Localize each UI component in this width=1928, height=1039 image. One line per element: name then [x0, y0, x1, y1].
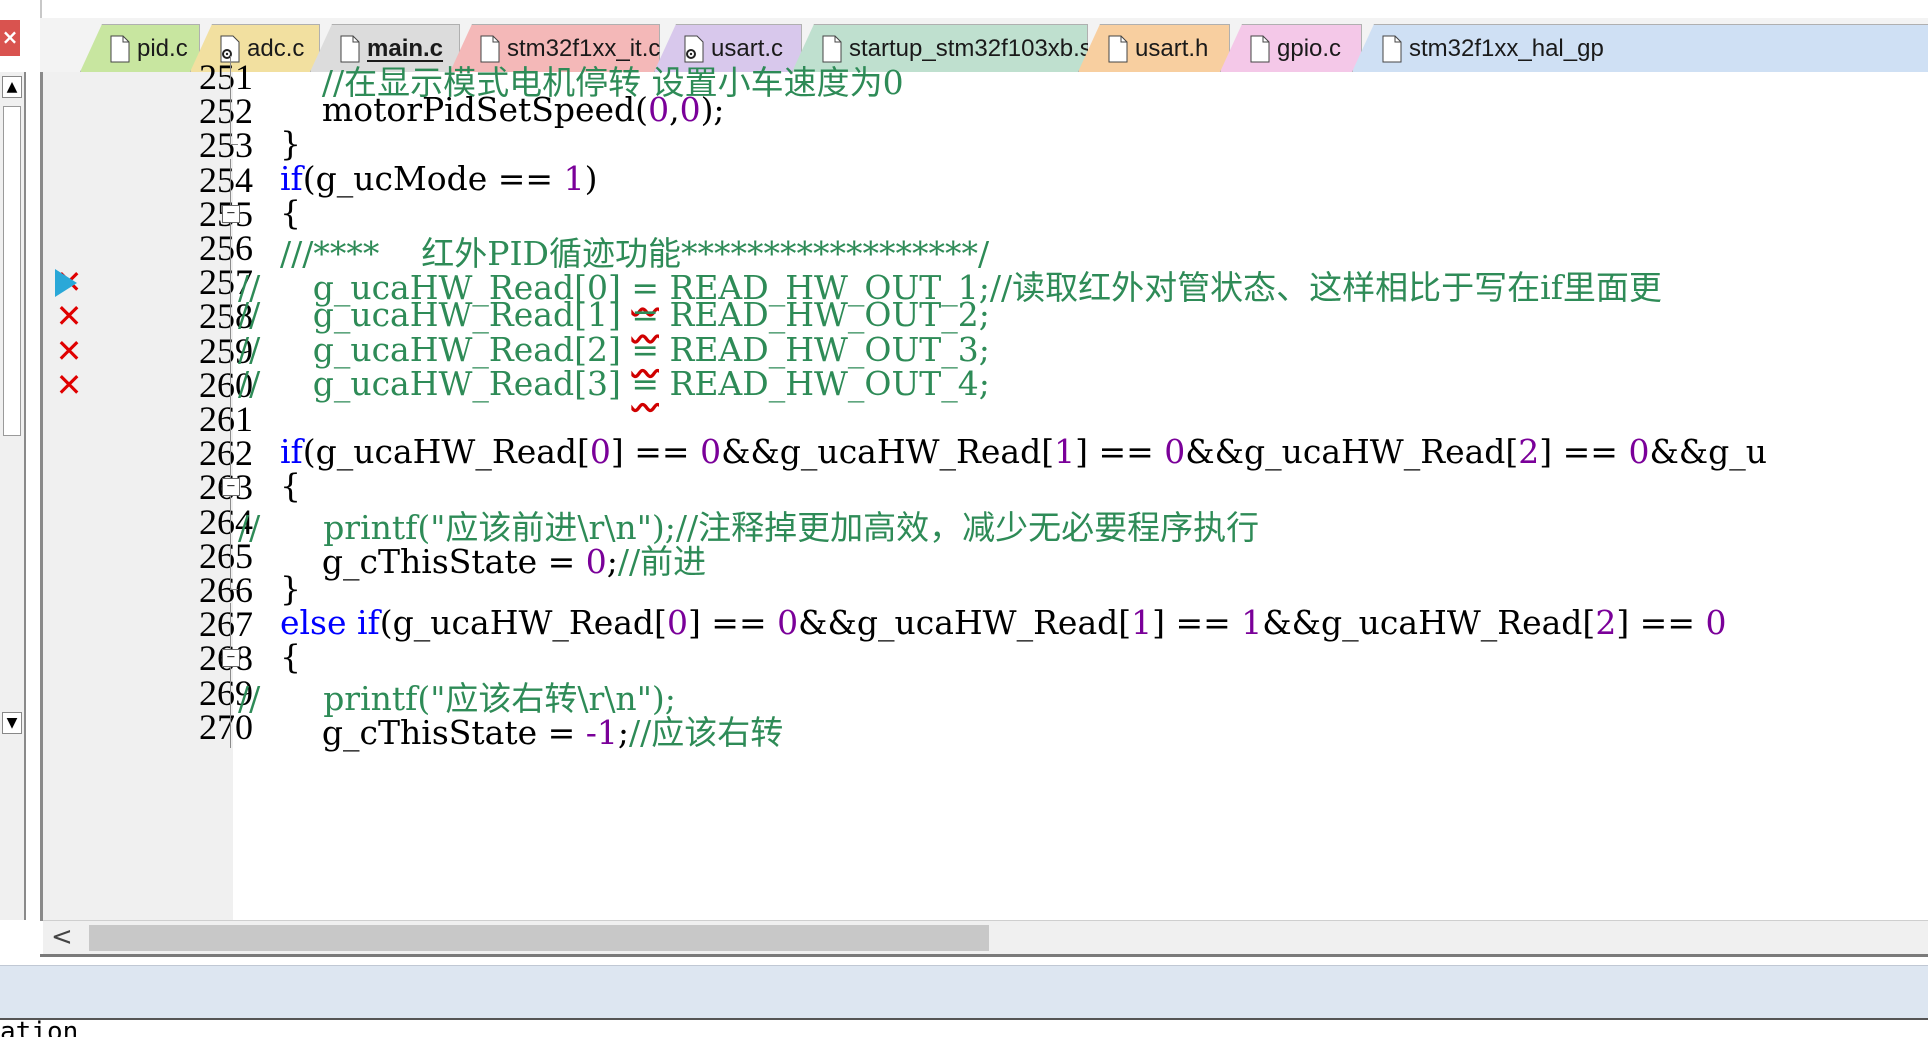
editor-bottom-border: [40, 954, 1928, 957]
code-text[interactable]: {: [238, 193, 301, 232]
output-text: ation: [0, 1019, 79, 1037]
horizontal-scroll-thumb[interactable]: [89, 925, 989, 951]
code-text[interactable]: }: [238, 124, 301, 163]
output-panel: [0, 1018, 1928, 1039]
code-line[interactable]: 270 g_cThisState = -1;//应该右转: [43, 705, 1928, 752]
error-marker-icon[interactable]: ✕: [53, 369, 85, 402]
current-error-marker-icon[interactable]: ✕: [53, 266, 85, 299]
code-text[interactable]: {: [238, 466, 301, 505]
code-text[interactable]: if(g_ucaHW_Read[0] == 0&&g_ucaHW_Read[1]…: [238, 432, 1767, 471]
close-icon[interactable]: ×: [0, 20, 20, 56]
code-text[interactable]: // g_ucaHW_Read[2] = READ_HW_OUT_3;: [238, 330, 990, 369]
code-text[interactable]: if(g_ucMode == 1): [238, 159, 597, 198]
error-marker-icon[interactable]: ✕: [53, 335, 85, 368]
title-bar-strip: [0, 0, 1928, 20]
code-text[interactable]: else if(g_ucaHW_Read[0] == 0&&g_ucaHW_Re…: [238, 603, 1727, 642]
error-marker-icon[interactable]: ✕: [53, 300, 85, 333]
scroll-left-icon[interactable]: <: [51, 921, 73, 955]
vertical-scroll-thumb[interactable]: [3, 106, 21, 436]
scroll-down-icon[interactable]: ▼: [2, 712, 22, 734]
code-text[interactable]: {: [238, 637, 301, 676]
horizontal-scrollbar[interactable]: <: [43, 920, 1928, 955]
code-text[interactable]: motorPidSetSpeed(0,0);: [238, 90, 725, 129]
output-panel-header: [0, 965, 1928, 1019]
code-text[interactable]: // g_ucaHW_Read[3] = READ_HW_OUT_4;: [238, 364, 990, 403]
code-text[interactable]: g_cThisState = -1;//应该右转: [238, 706, 783, 754]
code-text[interactable]: // g_ucaHW_Read[1] = READ_HW_OUT_2;: [238, 295, 990, 334]
scroll-up-icon[interactable]: ▲: [2, 76, 22, 98]
code-text[interactable]: }: [238, 569, 301, 608]
title-bar-divider: [40, 0, 42, 20]
vertical-scrollbar[interactable]: ▲ ▼: [0, 72, 26, 920]
